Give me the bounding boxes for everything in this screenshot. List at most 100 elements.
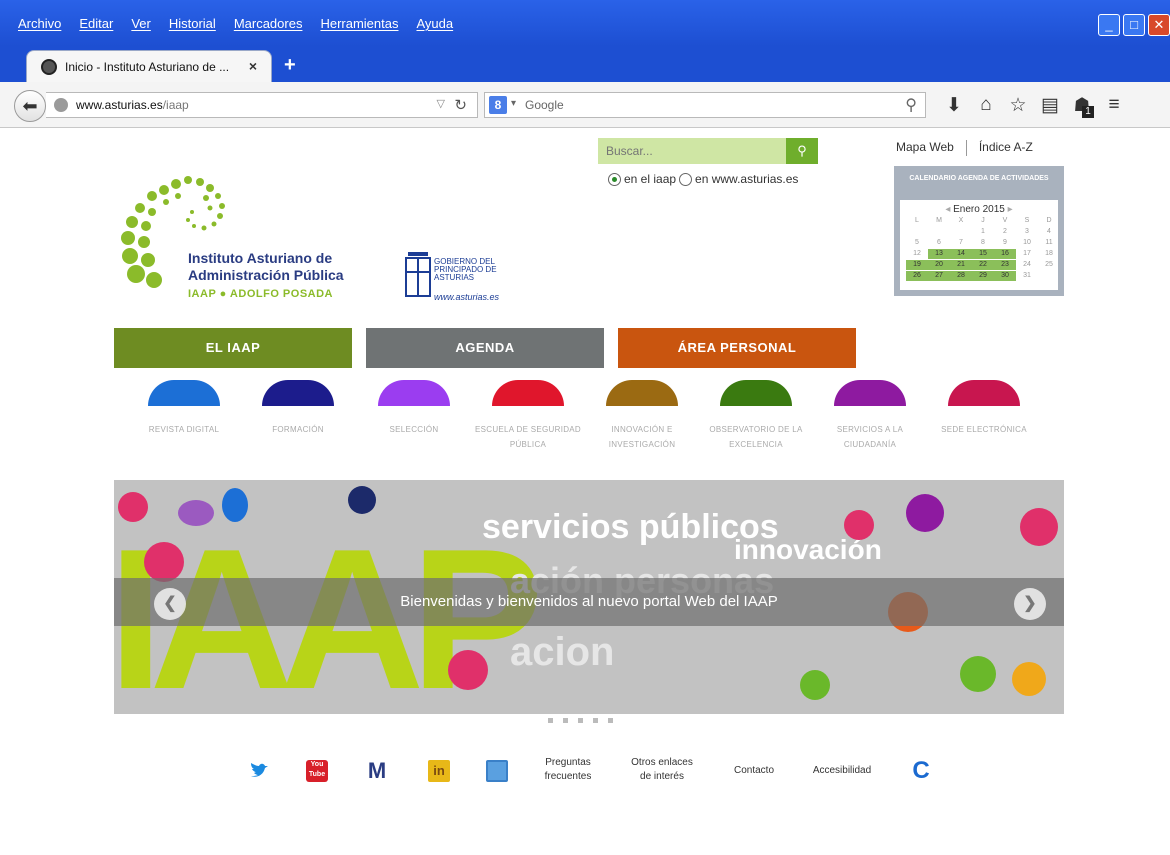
banner-next-button[interactable]: ❯ bbox=[1014, 588, 1046, 620]
calendar-day[interactable]: 23 bbox=[994, 260, 1016, 270]
gobierno-web-link[interactable]: www.asturias.es bbox=[434, 292, 499, 302]
minimize-button[interactable]: _ bbox=[1098, 14, 1120, 36]
menu-herramientas[interactable]: Herramientas bbox=[320, 16, 398, 31]
c-link-icon[interactable]: C bbox=[910, 759, 932, 783]
calendar-day[interactable]: 30 bbox=[994, 271, 1016, 281]
calendar-day[interactable]: 5 bbox=[906, 238, 928, 248]
calendar-prev-icon[interactable]: ◂ bbox=[945, 204, 950, 215]
calendar-day[interactable]: 9 bbox=[994, 238, 1016, 248]
calendar-link-icon[interactable] bbox=[486, 760, 508, 782]
calendar-day[interactable]: 22 bbox=[972, 260, 994, 270]
calendar-day[interactable]: 19 bbox=[906, 260, 928, 270]
banner-prev-button[interactable]: ❮ bbox=[154, 588, 186, 620]
ghostery-icon[interactable]: ☗1 bbox=[1066, 94, 1098, 118]
site-search-input[interactable] bbox=[598, 138, 786, 164]
banner-dot[interactable] bbox=[548, 718, 553, 723]
mapa-web-link[interactable]: Mapa Web bbox=[896, 140, 966, 156]
section-shortcut-icon[interactable] bbox=[378, 380, 450, 406]
section-shortcut-icon[interactable] bbox=[720, 380, 792, 406]
section-shortcut-icon[interactable] bbox=[148, 380, 220, 406]
section-shortcut-label[interactable]: SEDE ELECTRÓNICA bbox=[929, 422, 1039, 437]
menu-editar[interactable]: Editar bbox=[79, 16, 113, 31]
section-shortcut-icon[interactable] bbox=[262, 380, 334, 406]
twitter-icon[interactable] bbox=[248, 760, 270, 782]
calendar-day[interactable]: 21 bbox=[950, 260, 972, 270]
calendar-day[interactable]: 7 bbox=[950, 238, 972, 248]
calendar-day[interactable]: 12 bbox=[906, 249, 928, 259]
maximize-button[interactable]: □ bbox=[1123, 14, 1145, 36]
calendar-day[interactable]: 24 bbox=[1016, 260, 1038, 270]
search-magnifier-icon[interactable]: ⚲ bbox=[905, 95, 917, 115]
calendar-day[interactable]: 15 bbox=[972, 249, 994, 259]
section-shortcut-label[interactable]: ESCUELA DE SEGURIDAD PÚBLICA bbox=[473, 422, 583, 452]
calendar-day[interactable]: 25 bbox=[1038, 260, 1060, 270]
banner-dot[interactable] bbox=[563, 718, 568, 723]
bookmark-star-icon[interactable]: ☆ bbox=[1002, 94, 1034, 117]
iaap-logo[interactable] bbox=[114, 164, 346, 306]
banner-dot[interactable] bbox=[578, 718, 583, 723]
calendar-day[interactable]: 6 bbox=[928, 238, 950, 248]
calendar-day[interactable]: 4 bbox=[1038, 227, 1060, 237]
download-icon[interactable]: ⬇ bbox=[938, 94, 970, 117]
section-shortcut-icon[interactable] bbox=[834, 380, 906, 406]
menu-historial[interactable]: Historial bbox=[169, 16, 216, 31]
preguntas-link[interactable]: Preguntas frecuentes bbox=[540, 756, 596, 784]
calendar-day[interactable]: 20 bbox=[928, 260, 950, 270]
radio-iaap[interactable] bbox=[608, 172, 621, 186]
calendar-day[interactable]: 1 bbox=[972, 227, 994, 237]
calendar-day[interactable]: 14 bbox=[950, 249, 972, 259]
google-engine-icon[interactable]: 8 bbox=[489, 96, 507, 114]
back-button[interactable]: ⬅ bbox=[14, 90, 46, 122]
reload-icon[interactable]: ↻ bbox=[454, 96, 467, 114]
url-bar[interactable]: www.asturias.es/iaap ▽ ↻ bbox=[46, 92, 478, 118]
section-shortcut-label[interactable]: SELECCIÓN bbox=[359, 422, 469, 437]
section-shortcut-label[interactable]: SERVICIOS A LA CIUDADANÍA bbox=[815, 422, 925, 452]
section-shortcut-label[interactable]: REVISTA DIGITAL bbox=[129, 422, 239, 437]
home-icon[interactable]: ⌂ bbox=[970, 94, 1002, 117]
contacto-link[interactable]: Contacto bbox=[728, 764, 780, 778]
calendar-day[interactable]: 18 bbox=[1038, 249, 1060, 259]
calendar-day[interactable]: 3 bbox=[1016, 227, 1038, 237]
nav-agenda[interactable]: AGENDA bbox=[366, 328, 604, 368]
nav-area-personal[interactable]: ÁREA PERSONAL bbox=[618, 328, 856, 368]
calendar-day[interactable]: 16 bbox=[994, 249, 1016, 259]
calendar-day[interactable]: 31 bbox=[1016, 271, 1038, 281]
calendar-day[interactable]: 28 bbox=[950, 271, 972, 281]
site-search-button[interactable]: ⚲ bbox=[786, 138, 818, 164]
radio-asturias[interactable] bbox=[679, 172, 693, 186]
tab-active[interactable]: Inicio - Instituto Asturiano de ... × bbox=[26, 50, 272, 82]
engine-dropdown-icon[interactable]: ▾ bbox=[511, 98, 516, 109]
browser-search-bar[interactable]: 8 ▾ Google ⚲ bbox=[484, 92, 926, 118]
youtube-icon[interactable]: You Tube bbox=[306, 760, 328, 782]
nav-el-iaap[interactable]: EL IAAP bbox=[114, 328, 352, 368]
calendar-day[interactable]: 26 bbox=[906, 271, 928, 281]
banner-dot[interactable] bbox=[608, 718, 613, 723]
bookmarks-list-icon[interactable]: ▤ bbox=[1034, 94, 1066, 117]
close-window-button[interactable]: ✕ bbox=[1148, 14, 1170, 36]
menu-ayuda[interactable]: Ayuda bbox=[416, 16, 453, 31]
hamburger-menu-icon[interactable]: ≡ bbox=[1098, 94, 1130, 117]
hero-banner[interactable]: IAAP servicios públicos innovación ación… bbox=[114, 480, 1064, 714]
url-dropdown-icon[interactable]: ▽ bbox=[437, 97, 445, 110]
accesibilidad-link[interactable]: Accesibilidad bbox=[806, 764, 878, 778]
section-shortcut-label[interactable]: FORMACIÓN bbox=[243, 422, 353, 437]
tab-close-icon[interactable]: × bbox=[249, 58, 257, 74]
calendar-day[interactable]: 8 bbox=[972, 238, 994, 248]
section-shortcut-icon[interactable] bbox=[606, 380, 678, 406]
section-shortcut-icon[interactable] bbox=[948, 380, 1020, 406]
section-shortcut-icon[interactable] bbox=[492, 380, 564, 406]
calendar-day[interactable]: 10 bbox=[1016, 238, 1038, 248]
calendar-day[interactable]: 13 bbox=[928, 249, 950, 259]
otros-enlaces-link[interactable]: Otros enlaces de interés bbox=[626, 756, 698, 784]
calendar-day[interactable]: 27 bbox=[928, 271, 950, 281]
in-link-icon[interactable]: in bbox=[428, 760, 450, 782]
calendar-day[interactable]: 2 bbox=[994, 227, 1016, 237]
calendar-next-icon[interactable]: ▸ bbox=[1008, 204, 1013, 215]
menu-archivo[interactable]: Archivo bbox=[18, 16, 61, 31]
m-link-icon[interactable]: M bbox=[366, 760, 388, 782]
menu-marcadores[interactable]: Marcadores bbox=[234, 16, 303, 31]
gobierno-logo[interactable]: GOBIERNO DEL PRINCIPADO DE ASTURIAS bbox=[434, 258, 497, 282]
new-tab-button[interactable]: + bbox=[284, 54, 296, 77]
calendar-day[interactable]: 11 bbox=[1038, 238, 1060, 248]
banner-dot[interactable] bbox=[593, 718, 598, 723]
